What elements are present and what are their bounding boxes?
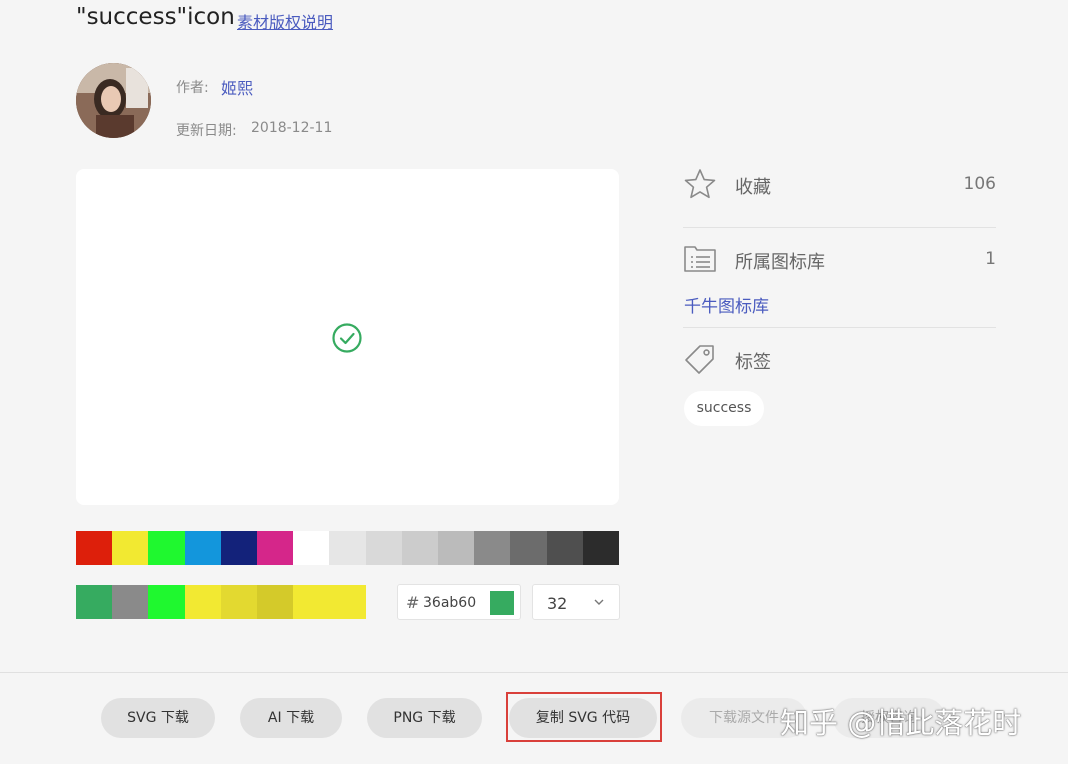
color-swatch[interactable]	[76, 531, 113, 565]
color-swatch[interactable]	[148, 531, 185, 565]
color-swatch[interactable]	[546, 531, 583, 565]
favorites-label: 收藏	[735, 177, 771, 198]
author-name-link[interactable]: 姬熙	[221, 75, 253, 99]
color-swatch[interactable]	[365, 531, 402, 565]
svg-download-button[interactable]: SVG 下载	[101, 698, 215, 738]
png-download-button[interactable]: PNG 下载	[367, 698, 482, 738]
library-count: 1	[985, 249, 996, 269]
color-swatch[interactable]	[401, 531, 438, 565]
size-value: 32	[547, 594, 568, 613]
license-link[interactable]: 素材版权说明	[237, 9, 333, 33]
color-swatch[interactable]	[293, 531, 330, 565]
color-swatch[interactable]	[329, 531, 366, 565]
library-link[interactable]: 千牛图标库	[684, 292, 769, 317]
color-swatch[interactable]	[329, 585, 366, 619]
color-swatch[interactable]	[112, 531, 149, 565]
hash-symbol: #	[406, 593, 420, 612]
success-check-icon	[332, 323, 362, 353]
color-swatch[interactable]	[184, 531, 221, 565]
color-swatch[interactable]	[582, 531, 619, 565]
color-swatch[interactable]	[220, 531, 257, 565]
current-color-swatch	[490, 591, 514, 615]
color-swatch[interactable]	[257, 585, 294, 619]
size-select[interactable]: 32	[532, 584, 620, 620]
color-swatch[interactable]	[474, 531, 511, 565]
color-swatch[interactable]	[112, 585, 149, 619]
watermark-text: 知乎 @惜此落花时	[780, 706, 1022, 740]
update-date-label: 更新日期:	[176, 123, 237, 139]
color-swatch[interactable]	[293, 585, 330, 619]
color-swatch[interactable]	[220, 585, 257, 619]
update-date-value: 2018-12-11	[251, 120, 333, 136]
ai-download-button[interactable]: AI 下载	[240, 698, 342, 738]
color-swatch[interactable]	[510, 531, 547, 565]
color-hex-input[interactable]: # 36ab60	[397, 584, 521, 620]
tag-icon	[685, 345, 714, 374]
color-swatch[interactable]	[257, 531, 294, 565]
action-bar-divider	[0, 672, 1068, 673]
color-swatch[interactable]	[438, 531, 475, 565]
avatar[interactable]	[76, 63, 151, 138]
color-swatch[interactable]	[148, 585, 185, 619]
highlight-annotation-box	[506, 692, 662, 742]
icon-title: "success"icon	[76, 4, 235, 30]
author-label: 作者:	[176, 80, 209, 96]
sidebar-divider	[683, 227, 996, 228]
chevron-down-icon	[594, 599, 604, 605]
library-list-icon	[684, 246, 716, 272]
favorites-count: 106	[963, 174, 996, 194]
hex-value: 36ab60	[423, 595, 477, 611]
tag-chip[interactable]: success	[684, 391, 764, 426]
avatar-image	[76, 63, 151, 138]
sidebar-divider	[683, 327, 996, 328]
color-swatch[interactable]	[184, 585, 221, 619]
star-icon[interactable]	[683, 168, 717, 200]
library-label: 所属图标库	[735, 252, 825, 273]
tags-label: 标签	[735, 352, 771, 373]
color-swatch[interactable]	[76, 585, 113, 619]
